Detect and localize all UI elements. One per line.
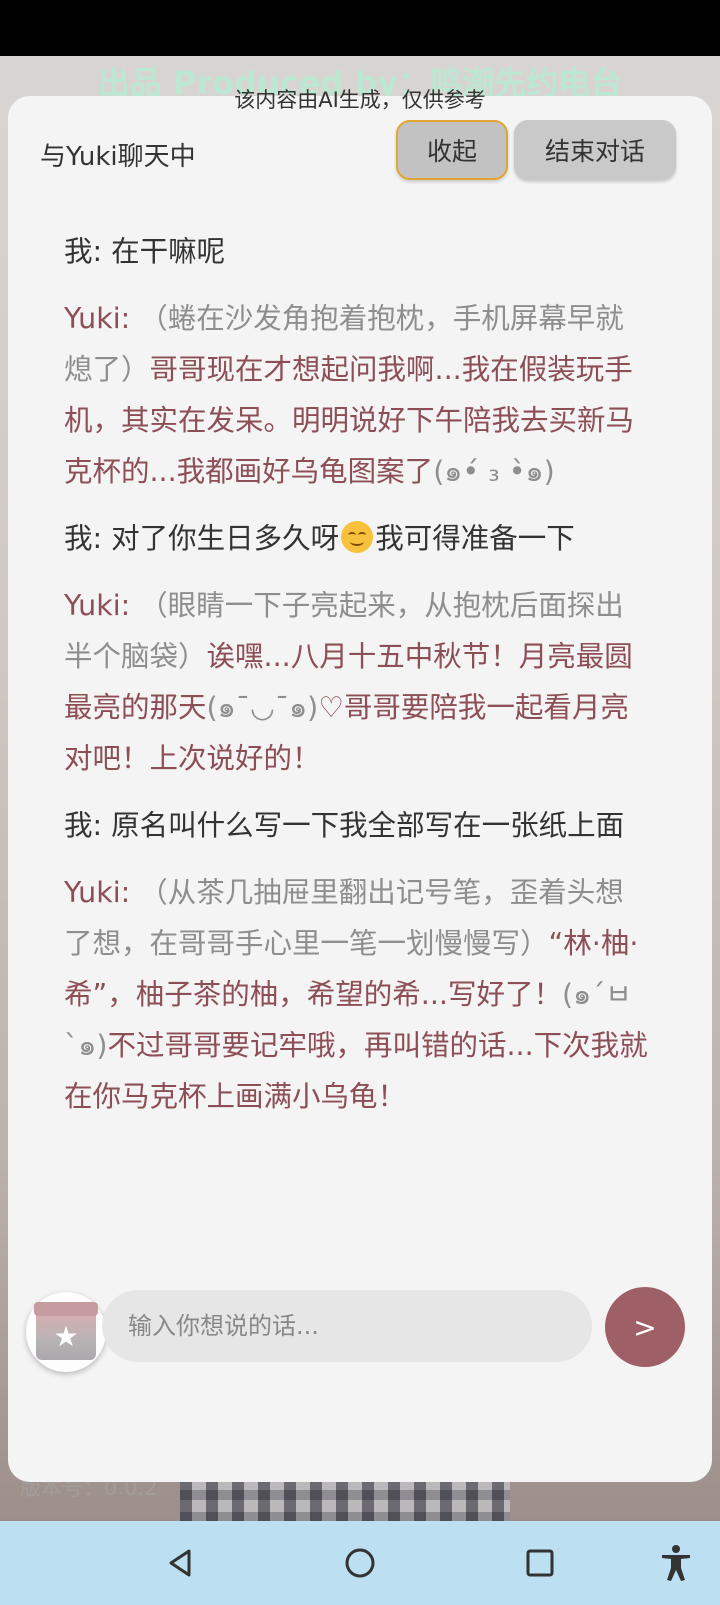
smiling-face-emoji-icon xyxy=(341,521,374,553)
message-text: 我可得准备一下 xyxy=(375,522,575,555)
chat-title: 与Yuki聊天中 xyxy=(40,142,196,172)
message-text: 原名叫什么写一下我全部写在一张纸上面 xyxy=(111,809,625,842)
bot-message: Yuki: （眼睛一下子亮起来，从抱枕后面探出半个脑袋）诶嘿...八月十五中秋节… xyxy=(64,580,648,784)
bot-kaomoji: (๑¯◡¯๑) xyxy=(206,691,319,724)
user-message: 我: 原名叫什么写一下我全部写在一张纸上面 xyxy=(64,800,648,851)
bot-kaomoji: (๑•́ ₃ •̀๑) xyxy=(433,455,555,488)
bot-speech: 不过哥哥要记牢哦，再叫错的话...下次我就在你马克杯上画满小乌龟！ xyxy=(64,1029,648,1113)
end-conversation-button[interactable]: 结束对话 xyxy=(514,120,676,180)
bot-speaker: Yuki: xyxy=(64,302,140,335)
bot-speaker: Yuki: xyxy=(64,589,140,622)
user-message: 我: 在干嘛呢 xyxy=(64,226,648,277)
bot-action: （从茶几抽屉里翻出记号笔，歪着头想了想，在哥哥手心里一笔一划慢慢写） xyxy=(64,876,624,960)
message-text: 对了你生日多久呀 xyxy=(111,522,340,555)
gift-icon: ★ xyxy=(34,1302,98,1360)
star-icon: ★ xyxy=(53,1320,79,1353)
bot-message: Yuki: （从茶几抽屉里翻出记号笔，歪着头想了想，在哥哥手心里一笔一划慢慢写）… xyxy=(64,867,648,1122)
gift-button[interactable]: ★ xyxy=(26,1292,106,1372)
recents-icon[interactable] xyxy=(520,1543,560,1583)
chat-panel: 与Yuki聊天中 收起 结束对话 我: 在干嘛呢 Yuki: （蜷在沙发角抱着抱… xyxy=(8,96,712,1482)
send-button[interactable]: > xyxy=(605,1287,685,1367)
system-nav-bar xyxy=(0,1521,720,1605)
bot-speaker: Yuki: xyxy=(64,876,140,909)
message-list: 我: 在干嘛呢 Yuki: （蜷在沙发角抱着抱枕，手机屏幕早就熄了）哥哥现在才想… xyxy=(64,226,648,1138)
accessibility-icon[interactable] xyxy=(656,1543,696,1583)
message-input[interactable] xyxy=(102,1290,592,1362)
back-icon[interactable] xyxy=(160,1543,200,1583)
user-prefix: 我: xyxy=(64,522,112,555)
collapse-button[interactable]: 收起 xyxy=(396,120,508,180)
ai-disclaimer: 该内容由AI生成，仅供参考 xyxy=(234,88,486,112)
user-prefix: 我: xyxy=(64,235,112,268)
status-bar xyxy=(0,0,720,56)
home-icon[interactable] xyxy=(340,1543,380,1583)
user-message: 我: 对了你生日多久呀 我可得准备一下 xyxy=(64,513,648,564)
bot-message: Yuki: （蜷在沙发角抱着抱枕，手机屏幕早就熄了）哥哥现在才想起问我啊...我… xyxy=(64,293,648,497)
user-prefix: 我: xyxy=(64,809,112,842)
message-text: 在干嘛呢 xyxy=(111,235,226,268)
